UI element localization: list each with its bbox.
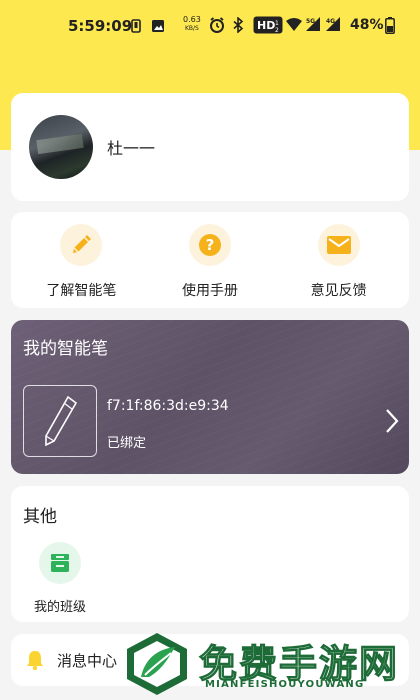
status-time: 5:59:09	[68, 17, 133, 35]
message-center-label: 消息中心	[57, 651, 118, 670]
signal-4g-icon: 4G	[326, 17, 340, 31]
svg-text:2: 2	[275, 27, 279, 34]
battery-icon	[385, 17, 395, 34]
pencil-icon	[60, 224, 103, 266]
status-bar: 5:59:09 0.63 KB/S HD 1 2 5G 4G 48%	[0, 0, 420, 54]
pen-card-title: 我的智能笔	[23, 339, 108, 359]
pen-mac-address: f7:1f:86:3d:e9:34	[107, 398, 229, 414]
wifi-icon	[286, 18, 302, 31]
signal-5g-icon: 5G	[306, 17, 320, 31]
hd-icon: HD 12	[253, 16, 283, 34]
smart-pen-icon	[45, 395, 78, 447]
avatar[interactable]	[29, 115, 93, 179]
chevron-right-icon[interactable]	[385, 408, 399, 434]
class-icon	[39, 542, 81, 584]
pen-bind-status: 已绑定	[107, 436, 147, 451]
other-title: 其他	[23, 507, 57, 527]
other-card: 其他 我的班级	[11, 486, 409, 622]
svg-text:1: 1	[275, 20, 279, 27]
battery-percent: 48%	[350, 17, 384, 33]
pen-image	[23, 385, 97, 457]
my-class-button[interactable]: 我的班级	[27, 542, 93, 615]
watermark-subtitle: MIANFEISHOUYOUWANG	[205, 679, 365, 690]
svg-text:4G: 4G	[326, 18, 335, 25]
learn-pen-label: 了解智能笔	[46, 283, 117, 299]
user-manual-label: 使用手册	[181, 283, 238, 299]
bluetooth-icon	[233, 17, 244, 33]
alarm-icon	[210, 17, 224, 33]
watermark-logo-icon	[127, 633, 187, 695]
feedback-label: 意见反馈	[310, 283, 367, 299]
quick-actions-card: 了解智能笔 ? 使用手册 意见反馈	[11, 212, 409, 308]
mail-icon	[317, 224, 360, 266]
learn-pen-button[interactable]: 了解智能笔	[26, 212, 136, 308]
question-icon: ?	[188, 224, 231, 266]
image-icon	[152, 20, 164, 32]
profile-card[interactable]: 杜一一	[11, 93, 409, 201]
user-manual-button[interactable]: ? 使用手册	[155, 212, 265, 308]
svg-text:?: ?	[206, 236, 215, 254]
smart-pen-card[interactable]: 我的智能笔 f7:1f:86:3d:e9:34 已绑定	[11, 320, 409, 474]
feedback-button[interactable]: 意见反馈	[284, 212, 394, 308]
svg-text:HD: HD	[257, 19, 275, 32]
watermark: 免费手游网 MIANFEISHOUYOUWANG	[123, 627, 420, 700]
bell-icon	[27, 651, 43, 671]
phone-icon	[131, 19, 141, 33]
svg-text:5G: 5G	[306, 18, 315, 25]
username: 杜一一	[107, 139, 156, 158]
my-class-label: 我的班级	[33, 600, 86, 615]
network-speed: 0.63 KB/S	[183, 15, 201, 33]
